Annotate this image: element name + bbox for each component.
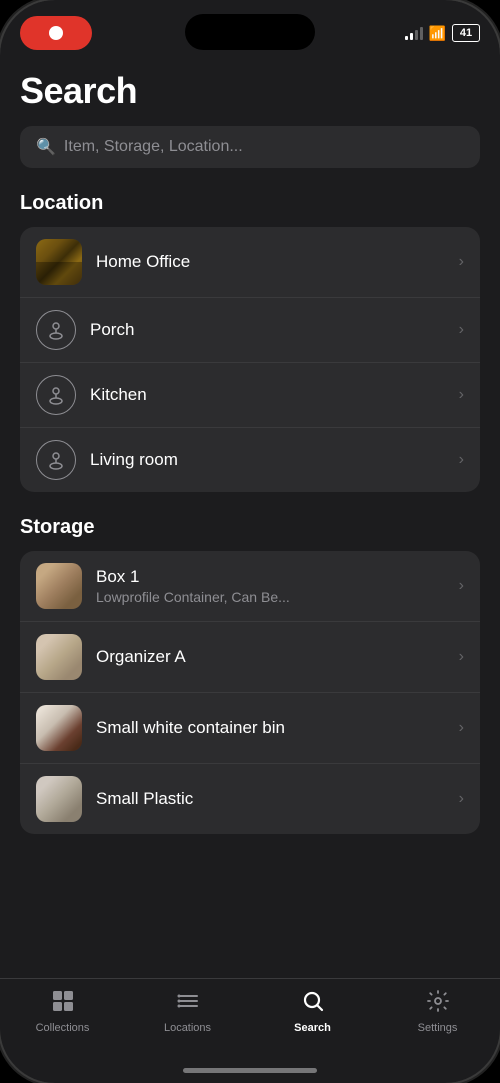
item-title: Home Office — [96, 252, 190, 271]
item-text: Small Plastic — [96, 789, 451, 809]
living-room-icon — [36, 440, 76, 480]
item-title: Small Plastic — [96, 789, 193, 808]
porch-icon — [36, 310, 76, 350]
item-title: Kitchen — [90, 385, 147, 404]
item-title: Living room — [90, 450, 178, 469]
item-text: Porch — [90, 320, 451, 340]
item-title: Porch — [90, 320, 134, 339]
phone-screen: Mockview.app 📶 41 Search 🔍 Item, Storage — [0, 0, 500, 1083]
search-icon: 🔍 — [36, 137, 56, 157]
record-indicator — [20, 16, 92, 50]
search-tab-icon — [301, 989, 325, 1019]
wifi-icon: 📶 — [429, 25, 446, 42]
chevron-right-icon: › — [459, 321, 464, 339]
tab-bar: Collections Locations — [0, 978, 500, 1062]
organizer-icon — [36, 634, 82, 680]
item-text: Living room — [90, 450, 451, 470]
search-bar[interactable]: 🔍 Item, Storage, Location... — [20, 126, 480, 168]
chevron-right-icon: › — [459, 648, 464, 666]
status-right: 📶 41 — [405, 24, 480, 42]
location-section-title: Location — [20, 192, 480, 215]
settings-icon — [426, 989, 450, 1019]
main-content: Search 🔍 Item, Storage, Location... Loca… — [0, 54, 500, 978]
item-title: Small white container bin — [96, 718, 285, 737]
locations-icon — [176, 989, 200, 1019]
item-title: Organizer A — [96, 647, 186, 666]
chevron-right-icon: › — [459, 719, 464, 737]
item-text: Small white container bin — [96, 718, 451, 738]
tab-collections[interactable]: Collections — [0, 989, 125, 1034]
collections-icon — [51, 989, 75, 1019]
tab-search-label: Search — [294, 1022, 331, 1034]
item-text: Home Office — [96, 252, 451, 272]
storage-section-title: Storage — [20, 516, 480, 539]
home-office-icon — [36, 239, 82, 285]
list-item[interactable]: Small Plastic › — [20, 764, 480, 834]
search-input-placeholder[interactable]: Item, Storage, Location... — [64, 138, 243, 156]
location-list: Home Office › Porch — [20, 227, 480, 492]
chevron-right-icon: › — [459, 577, 464, 595]
list-item[interactable]: Kitchen › — [20, 363, 480, 428]
box1-icon — [36, 563, 82, 609]
item-text: Organizer A — [96, 647, 451, 667]
storage-list: Box 1 Lowprofile Container, Can Be... › … — [20, 551, 480, 834]
item-subtitle: Lowprofile Container, Can Be... — [96, 589, 451, 605]
white-container-icon — [36, 705, 82, 751]
tab-search[interactable]: Search — [250, 989, 375, 1034]
list-item[interactable]: Living room › — [20, 428, 480, 492]
tab-locations-label: Locations — [164, 1022, 211, 1034]
phone-frame: Mockview.app 📶 41 Search 🔍 Item, Storage — [0, 0, 500, 1083]
page-title: Search — [20, 70, 480, 112]
kitchen-icon — [36, 375, 76, 415]
chevron-right-icon: › — [459, 451, 464, 469]
signal-icon — [405, 26, 423, 40]
list-item[interactable]: Porch › — [20, 298, 480, 363]
chevron-right-icon: › — [459, 386, 464, 404]
chevron-right-icon: › — [459, 790, 464, 808]
list-item[interactable]: Box 1 Lowprofile Container, Can Be... › — [20, 551, 480, 622]
list-item[interactable]: Organizer A › — [20, 622, 480, 693]
tab-settings[interactable]: Settings — [375, 989, 500, 1034]
list-item[interactable]: Home Office › — [20, 227, 480, 298]
tab-settings-label: Settings — [418, 1022, 458, 1034]
home-indicator — [183, 1068, 317, 1073]
record-dot — [49, 26, 63, 40]
battery-indicator: 41 — [452, 24, 480, 42]
list-item[interactable]: Small white container bin › — [20, 693, 480, 764]
item-text: Box 1 Lowprofile Container, Can Be... — [96, 567, 451, 605]
tab-locations[interactable]: Locations — [125, 989, 250, 1034]
item-text: Kitchen — [90, 385, 451, 405]
status-left — [20, 16, 92, 50]
small-plastic-icon — [36, 776, 82, 822]
item-title: Box 1 — [96, 567, 451, 587]
tab-collections-label: Collections — [36, 1022, 90, 1034]
chevron-right-icon: › — [459, 253, 464, 271]
dynamic-island — [185, 14, 315, 50]
